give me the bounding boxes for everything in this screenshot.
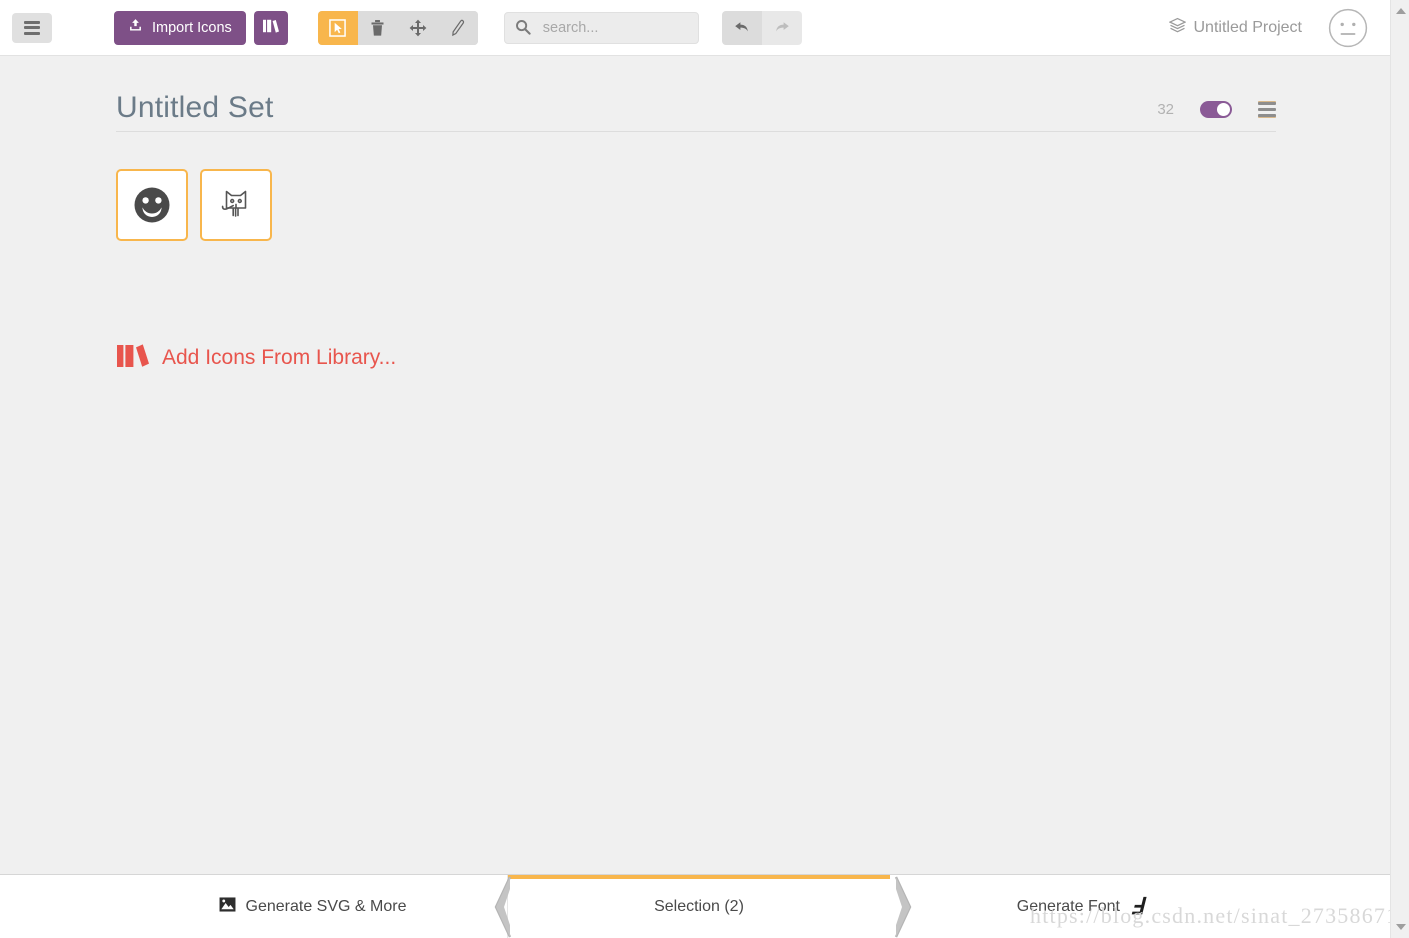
set-title: Untitled Set (116, 91, 274, 124)
image-icon (219, 896, 236, 917)
hamburger-icon (24, 18, 40, 37)
add-icons-label: Add Icons From Library... (162, 346, 397, 369)
tool-move-button[interactable] (397, 10, 438, 45)
icon-tile-cat[interactable] (200, 169, 272, 241)
books-icon (116, 341, 150, 375)
tool-delete-button[interactable] (357, 10, 398, 45)
import-group: Import Icons (114, 10, 288, 45)
library-button[interactable] (253, 10, 288, 45)
top-toolbar: Import Icons search... Untitled Project (0, 0, 1390, 56)
toggle-knob (1217, 103, 1230, 116)
set-visibility-toggle[interactable] (1200, 101, 1232, 118)
import-icons-button[interactable]: Import Icons (114, 10, 246, 45)
app-root: Import Icons search... Untitled Project … (0, 0, 1409, 938)
import-icons-label: Import Icons (152, 19, 232, 36)
tool-group (317, 10, 478, 45)
tool-select-button[interactable] (317, 10, 358, 45)
search-input[interactable] (503, 11, 699, 44)
project-selector[interactable]: Untitled Project (1168, 17, 1303, 39)
redo-button[interactable] (761, 10, 802, 45)
page-scrollbar[interactable] (1390, 0, 1409, 938)
upload-icon (128, 18, 143, 37)
smiley-face-icon (134, 187, 170, 223)
generate-font-label: Generate Font (1016, 897, 1120, 915)
undo-button[interactable] (721, 10, 762, 45)
bottom-tabbar: Generate SVG & More Selection (2) Genera… (0, 874, 1390, 938)
undo-redo-group (721, 10, 802, 45)
main-menu-button[interactable] (12, 12, 52, 43)
font-f-icon: Ⅎ (1129, 893, 1144, 919)
set-header-controls: 32 (1157, 99, 1276, 123)
books-icon (262, 18, 280, 37)
project-name-label: Untitled Project (1193, 18, 1303, 36)
generate-svg-label: Generate SVG & More (245, 897, 407, 915)
tab-generate-svg[interactable]: Generate SVG & More (118, 875, 508, 938)
main-content: Untitled Set 32 Add Icons From Library..… (0, 56, 1390, 874)
layers-icon (1168, 17, 1186, 39)
user-avatar[interactable] (1328, 8, 1368, 48)
tool-edit-button[interactable] (437, 10, 478, 45)
scrollbar-up-arrow-icon[interactable] (1391, 2, 1409, 20)
tab-selection[interactable]: Selection (2) (508, 875, 890, 938)
icon-grid (116, 169, 272, 241)
tab-generate-font[interactable]: Generate Font Ⅎ (890, 875, 1270, 938)
cat-face-icon (221, 190, 247, 217)
selection-label: Selection (2) (654, 897, 744, 915)
search-container (503, 11, 699, 44)
icon-tile-smiley[interactable] (116, 169, 188, 241)
set-menu-button[interactable] (1258, 99, 1276, 120)
icon-set-header: Untitled Set 32 (116, 93, 1276, 132)
scrollbar-down-arrow-icon[interactable] (1391, 918, 1409, 936)
grid-size-label: 32 (1157, 101, 1174, 118)
add-icons-from-library-link[interactable]: Add Icons From Library... (116, 341, 396, 375)
